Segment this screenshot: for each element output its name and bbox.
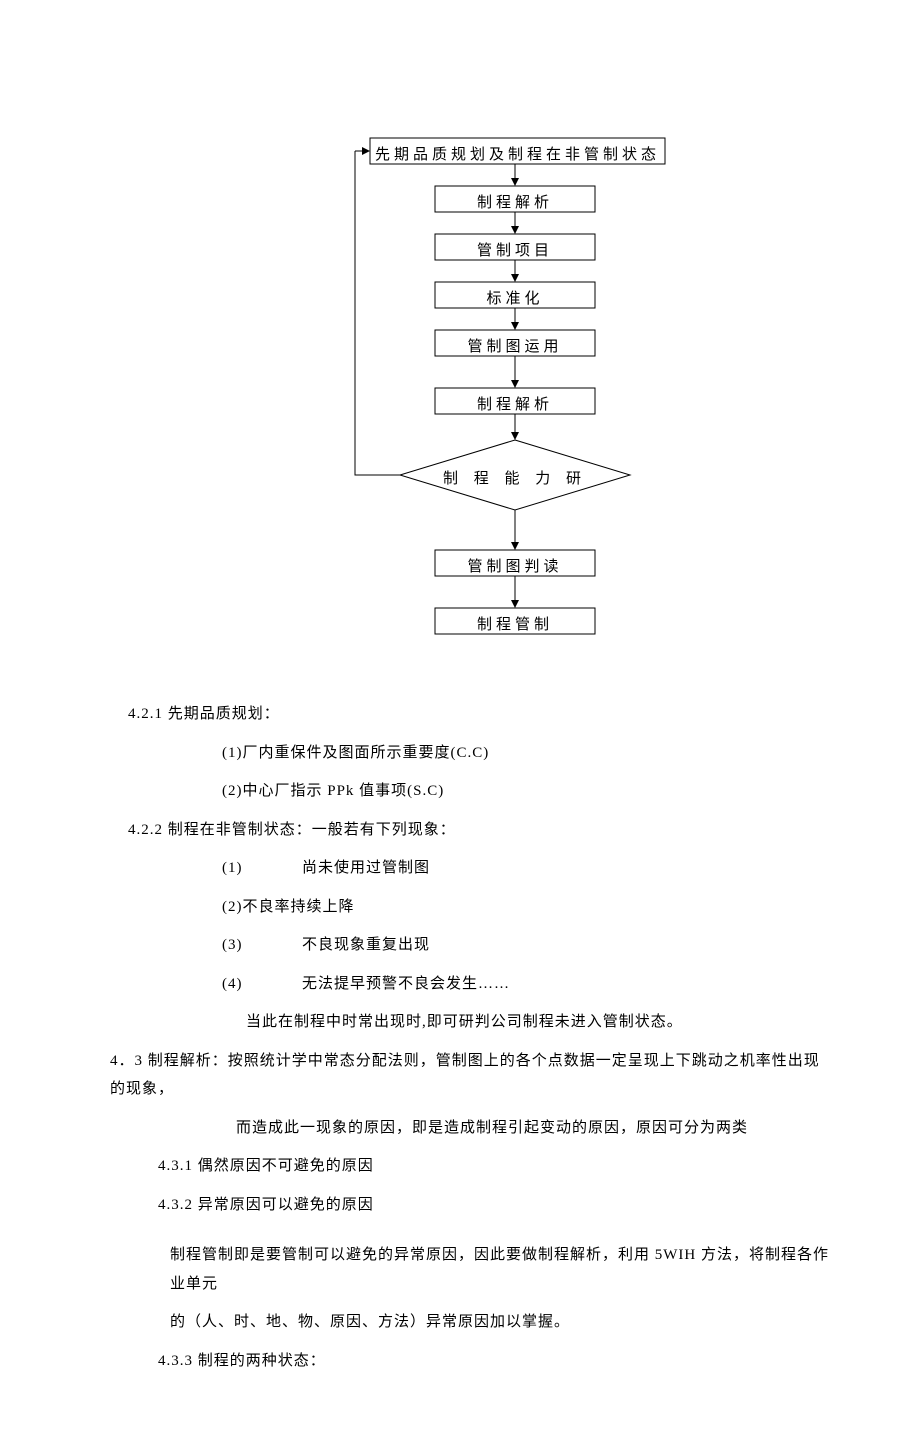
flow-node-2: 制程解析 (435, 191, 595, 212)
heading-4-3-2: 4.3.2 异常原因可以避免的原因 (110, 1191, 830, 1220)
heading-4-2-2: 4.2.2 制程在非管制状态：一般若有下列现象： (110, 816, 830, 845)
flow-node-1: 先期品质规划及制程在非管制状态 (370, 143, 665, 164)
clause-text: 尚未使用过管制图 (302, 860, 430, 876)
flow-node-9: 制程管制 (435, 613, 595, 634)
note-4-2-2: 当此在制程中时常出现时,即可研判公司制程未进入管制状态。 (110, 1008, 830, 1037)
clause-text: 无法提早预警不良会发生…… (302, 976, 510, 992)
flow-node-6: 制程解析 (435, 393, 595, 414)
clause-num: (1) (222, 854, 302, 883)
clause-text: 不良现象重复出现 (302, 937, 430, 953)
flow-node-3: 管制项目 (435, 239, 595, 260)
clause-num: (4) (222, 970, 302, 999)
heading-4-3: 4．3 制程解析：按照统计学中常态分配法则，管制图上的各个点数据一定呈现上下跳动… (110, 1047, 830, 1104)
flow-node-8: 管制图判读 (435, 555, 595, 576)
heading-4-3-1: 4.3.1 偶然原因不可避免的原因 (110, 1152, 830, 1181)
heading-4-2-1: 4.2.1 先期品质规划： (110, 700, 830, 729)
item-4-2-1-1: (1)厂内重保件及图面所示重要度(C.C) (110, 739, 830, 768)
item-4-2-1-2: (2)中心厂指示 PPk 值事项(S.C) (110, 777, 830, 806)
heading-4-3-3: 4.3.3 制程的两种状态： (110, 1347, 830, 1376)
flow-node-7: 制 程 能 力 研 (400, 467, 630, 488)
text-4-3-cont: 而造成此一现象的原因，即是造成制程引起变动的原因，原因可分为两类 (110, 1114, 830, 1143)
clause-num: (3) (222, 931, 302, 960)
item-4-2-2-2: (2)不良率持续上降 (110, 893, 830, 922)
flow-node-5: 管制图运用 (435, 335, 595, 356)
flow-node-4: 标准化 (435, 287, 595, 308)
item-4-2-2-3: (3)不良现象重复出现 (110, 931, 830, 960)
item-4-2-2-1: (1)尚未使用过管制图 (110, 854, 830, 883)
flowchart: 先期品质规划及制程在非管制状态 制程解析 管制项目 标准化 管制图运用 制程解析… (210, 130, 730, 660)
item-4-2-2-4: (4)无法提早预警不良会发生…… (110, 970, 830, 999)
document-body: 4.2.1 先期品质规划： (1)厂内重保件及图面所示重要度(C.C) (2)中… (110, 700, 830, 1375)
text-4-3-2-p2: 的（人、时、地、物、原因、方法）异常原因加以掌握。 (110, 1308, 830, 1337)
text-4-3-2-p1: 制程管制即是要管制可以避免的异常原因，因此要做制程解析，利用 5WIH 方法，将… (110, 1241, 830, 1298)
